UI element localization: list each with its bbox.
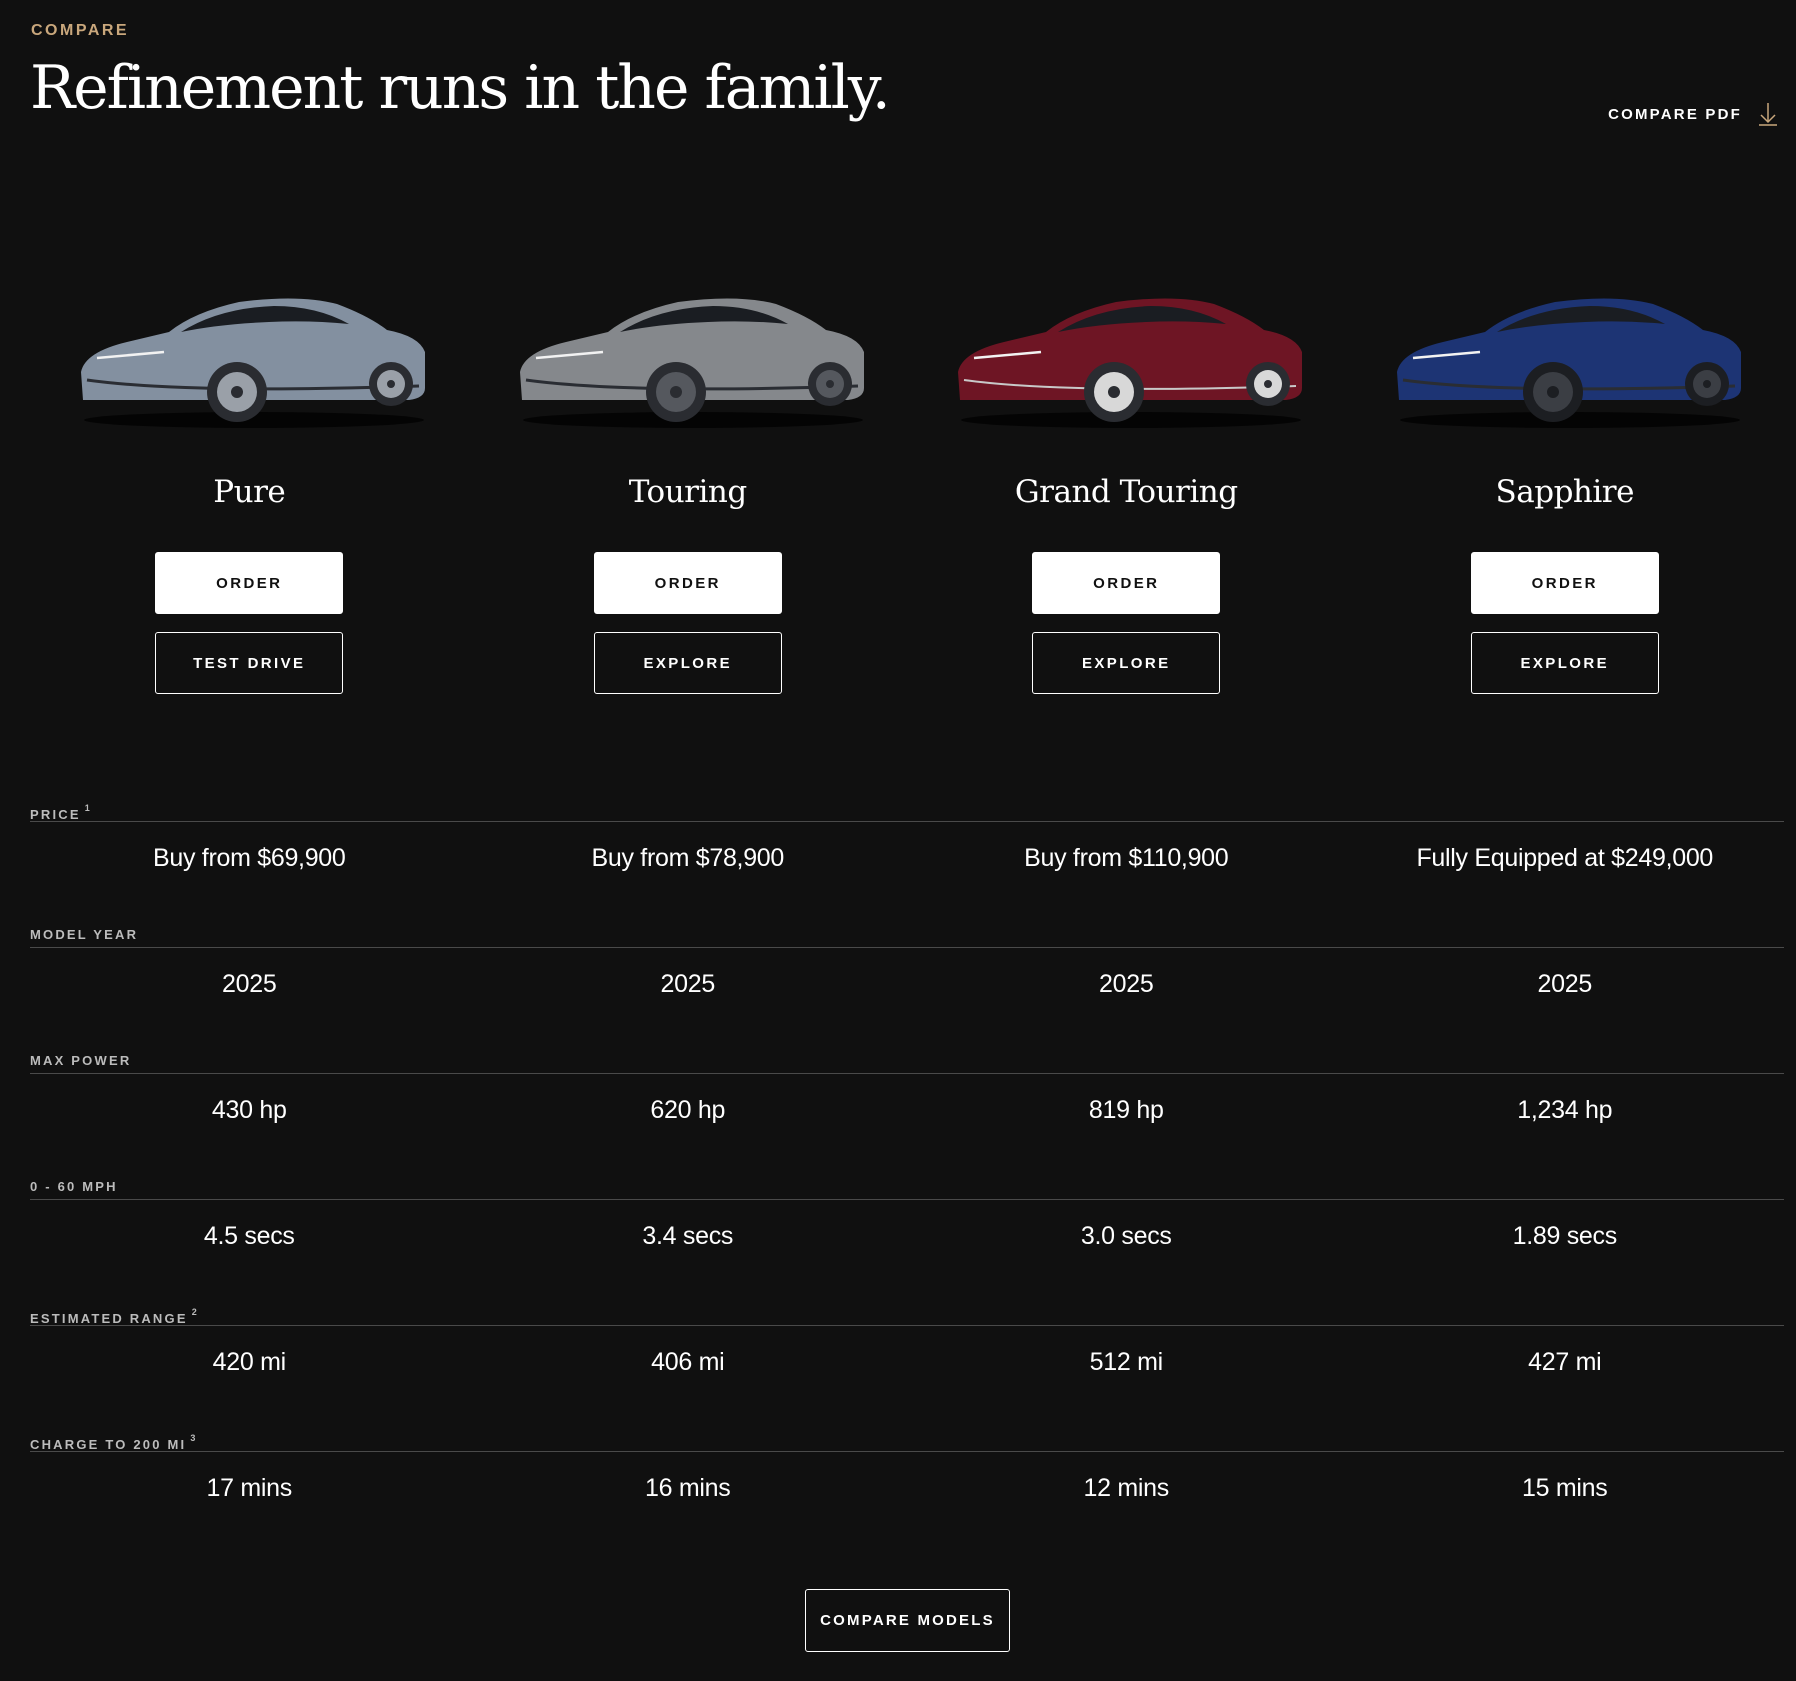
spec-row-price: PRICE 1 Buy from $69,900 Buy from $78,900… bbox=[30, 796, 1784, 922]
spec-value: Buy from $110,900 bbox=[1024, 844, 1229, 872]
model-lineup: Pure ORDER TEST DRIVE Touring ORDER EXPL… bbox=[30, 280, 1784, 694]
spec-value: 3.0 secs bbox=[1080, 1222, 1172, 1250]
compare-models-button[interactable]: COMPARE MODELS bbox=[805, 1589, 1010, 1652]
spec-label: PRICE 1 bbox=[30, 796, 1784, 822]
spec-value: 1.89 secs bbox=[1512, 1222, 1618, 1250]
order-button-pure[interactable]: ORDER bbox=[155, 552, 344, 614]
spec-value: 2025 bbox=[1099, 970, 1154, 998]
spec-label-text: ESTIMATED RANGE bbox=[30, 1311, 188, 1326]
spec-value: 819 hp bbox=[1088, 1096, 1164, 1124]
spec-value: 4.5 secs bbox=[203, 1222, 295, 1250]
model-card-pure: Pure ORDER TEST DRIVE bbox=[30, 280, 469, 694]
spec-value: 17 mins bbox=[206, 1474, 293, 1502]
spec-row-max-power: MAX POWER 430 hp 620 hp 819 hp 1,234 hp bbox=[30, 1048, 1784, 1174]
spec-row-acceleration: 0 - 60 MPH 4.5 secs 3.4 secs 3.0 secs 1.… bbox=[30, 1174, 1784, 1300]
spec-label-text: 0 - 60 MPH bbox=[30, 1179, 118, 1194]
footnote-marker[interactable]: 3 bbox=[190, 1433, 197, 1443]
spec-value: Fully Equipped at $249,000 bbox=[1416, 844, 1714, 872]
eyebrow-label: COMPARE bbox=[31, 22, 130, 39]
spec-value: Buy from $69,900 bbox=[152, 844, 346, 872]
spec-value: 2025 bbox=[222, 970, 277, 998]
explore-button-touring[interactable]: EXPLORE bbox=[593, 632, 782, 694]
spec-value: 2025 bbox=[660, 970, 716, 998]
model-name: Sapphire bbox=[1495, 474, 1635, 510]
spec-value: 512 mi bbox=[1089, 1348, 1164, 1376]
page-title: Refinement runs in the family. bbox=[30, 53, 891, 123]
spec-row-model-year: MODEL YEAR 2025 2025 2025 2025 bbox=[30, 922, 1784, 1048]
spec-label: MAX POWER bbox=[30, 1048, 1784, 1074]
spec-label: 0 - 60 MPH bbox=[30, 1174, 1784, 1200]
spec-value: 406 mi bbox=[651, 1348, 725, 1376]
spec-label: ESTIMATED RANGE 2 bbox=[30, 1300, 1784, 1326]
footnote-marker[interactable]: 1 bbox=[85, 803, 92, 813]
car-image-sapphire bbox=[1396, 298, 1741, 428]
spec-label: MODEL YEAR bbox=[30, 922, 1784, 948]
model-name: Grand Touring bbox=[1014, 474, 1238, 510]
order-button-sapphire[interactable]: ORDER bbox=[1470, 552, 1659, 614]
spec-label-text: MODEL YEAR bbox=[30, 927, 139, 942]
test-drive-button-pure[interactable]: TEST DRIVE bbox=[155, 632, 344, 694]
spec-value: 430 hp bbox=[211, 1096, 287, 1124]
download-icon bbox=[1758, 102, 1778, 126]
model-card-sapphire: Sapphire ORDER EXPLORE bbox=[1346, 280, 1785, 694]
spec-value: 2025 bbox=[1537, 970, 1593, 998]
spec-value: 16 mins bbox=[645, 1474, 731, 1502]
spec-value: 620 hp bbox=[650, 1096, 726, 1124]
model-card-touring: Touring ORDER EXPLORE bbox=[469, 280, 908, 694]
compare-pdf-link[interactable]: COMPARE PDF bbox=[1608, 102, 1778, 126]
car-image-pure bbox=[81, 298, 426, 428]
footnote-marker[interactable]: 2 bbox=[192, 1307, 199, 1317]
order-button-grand-touring[interactable]: ORDER bbox=[1032, 552, 1221, 614]
spec-value: 427 mi bbox=[1528, 1348, 1602, 1376]
model-card-grand-touring: Grand Touring ORDER EXPLORE bbox=[907, 280, 1346, 694]
model-name: Touring bbox=[628, 474, 747, 510]
spec-label-text: PRICE bbox=[30, 807, 81, 822]
spec-value: Buy from $78,900 bbox=[591, 844, 785, 872]
spec-label-text: MAX POWER bbox=[30, 1053, 132, 1068]
explore-button-sapphire[interactable]: EXPLORE bbox=[1470, 632, 1659, 694]
spec-label: CHARGE TO 200 MI 3 bbox=[30, 1426, 1784, 1452]
car-image-grand-touring bbox=[958, 298, 1303, 428]
car-image-touring bbox=[519, 298, 864, 428]
spec-value: 12 mins bbox=[1083, 1474, 1170, 1502]
explore-button-grand-touring[interactable]: EXPLORE bbox=[1032, 632, 1221, 694]
spec-label-text: CHARGE TO 200 MI bbox=[30, 1437, 187, 1452]
spec-value: 1,234 hp bbox=[1517, 1096, 1613, 1124]
spec-value: 420 mi bbox=[212, 1348, 287, 1376]
spec-row-charge: CHARGE TO 200 MI 3 17 mins 16 mins 12 min… bbox=[30, 1426, 1784, 1552]
spec-comparison-table: PRICE 1 Buy from $69,900 Buy from $78,900… bbox=[30, 796, 1784, 1552]
compare-pdf-label: COMPARE PDF bbox=[1608, 105, 1742, 123]
spec-value: 15 mins bbox=[1522, 1474, 1608, 1502]
spec-row-range: ESTIMATED RANGE 2 420 mi 406 mi 512 mi 42… bbox=[30, 1300, 1784, 1426]
spec-value: 3.4 secs bbox=[642, 1222, 734, 1250]
order-button-touring[interactable]: ORDER bbox=[593, 552, 782, 614]
model-name: Pure bbox=[213, 474, 286, 510]
